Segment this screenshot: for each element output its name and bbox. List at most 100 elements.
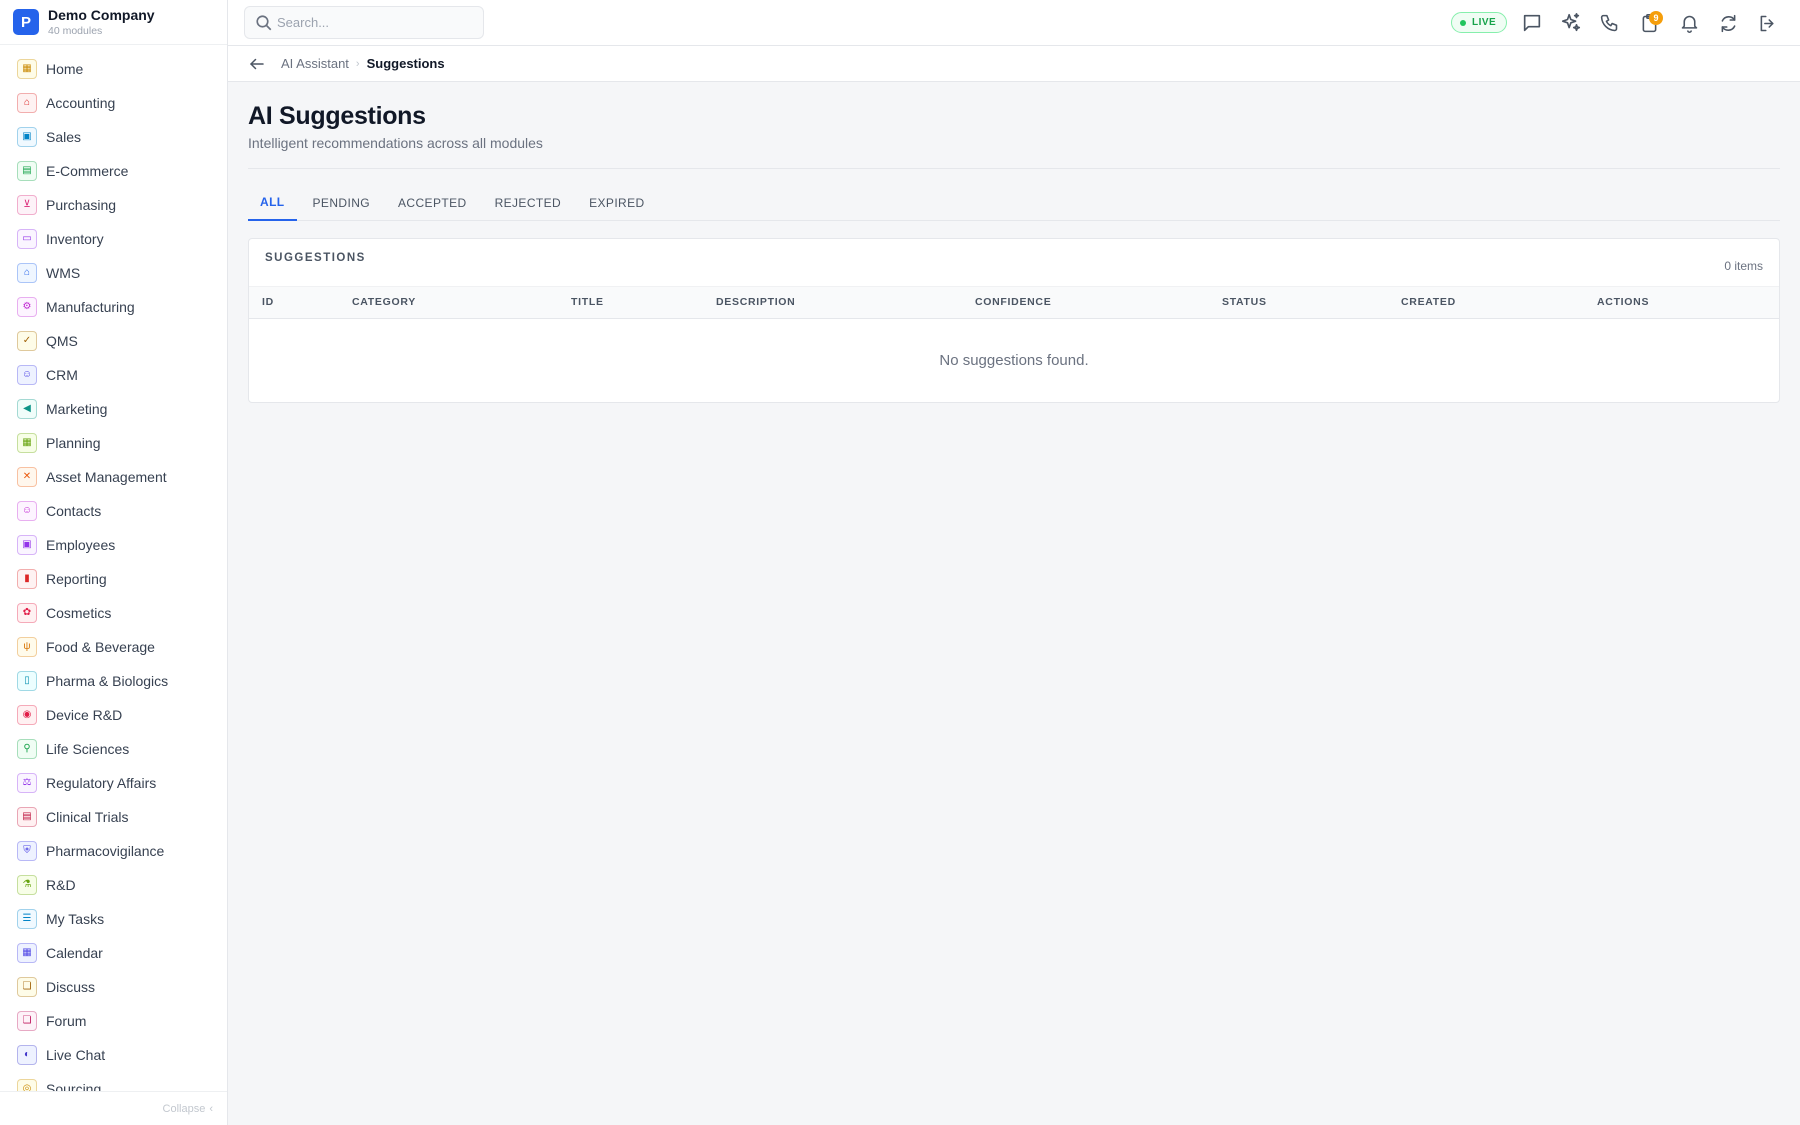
- sidebar-item-asset-management[interactable]: ✕ Asset Management: [0, 460, 227, 494]
- chip-icon: ◉: [17, 705, 37, 725]
- phone-icon: [1600, 14, 1617, 31]
- sidebar-item-label: Contacts: [46, 503, 102, 519]
- sidebar-item-life-sciences[interactable]: ⚲ Life Sciences: [0, 732, 227, 766]
- sidebar-item-label: Manufacturing: [46, 299, 135, 315]
- megaphone-icon: ◀: [17, 399, 37, 419]
- tab-all[interactable]: ALL: [248, 185, 297, 221]
- tasks-button[interactable]: 9: [1635, 9, 1663, 37]
- sidebar-item-e-commerce[interactable]: ▤ E-Commerce: [0, 154, 227, 188]
- forum-icon: ❏: [17, 1011, 37, 1031]
- sidebar-item-marketing[interactable]: ◀ Marketing: [0, 392, 227, 426]
- breadcrumb-ai-assistant[interactable]: AI Assistant: [281, 56, 349, 71]
- sidebar-item-regulatory-affairs[interactable]: ⚖ Regulatory Affairs: [0, 766, 227, 800]
- contact-card-icon: ☺: [17, 501, 37, 521]
- company-switcher[interactable]: P Demo Company 40 modules: [0, 0, 227, 45]
- sidebar-item-manufacturing[interactable]: ⚙ Manufacturing: [0, 290, 227, 324]
- tab-expired[interactable]: EXPIRED: [577, 185, 656, 220]
- sidebar-item-label: Discuss: [46, 979, 96, 995]
- sidebar-item-qms[interactable]: ✓ QMS: [0, 324, 227, 358]
- sidebar-item-accounting[interactable]: ⌂ Accounting: [0, 86, 227, 120]
- logout-button[interactable]: [1753, 9, 1781, 37]
- sidebar-item-discuss[interactable]: ❏ Discuss: [0, 970, 227, 1004]
- column-status[interactable]: STATUS: [1209, 287, 1388, 318]
- collapse-sidebar-button[interactable]: Collapse ‹: [0, 1091, 227, 1125]
- sidebar-item-label: Calendar: [46, 945, 103, 961]
- sidebar-item-calendar[interactable]: ▦ Calendar: [0, 936, 227, 970]
- column-confidence[interactable]: CONFIDENCE: [962, 287, 1209, 318]
- notifications-button[interactable]: [1675, 9, 1703, 37]
- messages-button[interactable]: [1518, 9, 1546, 37]
- live-label: LIVE: [1472, 17, 1497, 28]
- sidebar-item-crm[interactable]: ☺ CRM: [0, 358, 227, 392]
- box-icon: ▭: [17, 229, 37, 249]
- chevron-left-icon: ‹: [209, 1102, 213, 1115]
- sidebar-item-reporting[interactable]: ▮ Reporting: [0, 562, 227, 596]
- sidebar-item-r-d[interactable]: ⚗ R&D: [0, 868, 227, 902]
- sidebar-item-label: Life Sciences: [46, 741, 130, 757]
- live-dot-icon: [1460, 19, 1466, 26]
- column-category[interactable]: CATEGORY: [339, 287, 558, 318]
- phone-button[interactable]: [1595, 9, 1623, 37]
- sidebar-item-planning[interactable]: ▦ Planning: [0, 426, 227, 460]
- message-square-icon: [1523, 14, 1541, 32]
- global-search[interactable]: [244, 6, 484, 39]
- search-input[interactable]: [277, 15, 467, 30]
- sidebar-item-label: E-Commerce: [46, 163, 129, 179]
- suggestions-card: SUGGESTIONS 0 items ID CATEGORY TITLE DE…: [248, 238, 1780, 403]
- sidebar-item-label: WMS: [46, 265, 81, 281]
- sidebar-nav: ▦ Home ⌂ Accounting ▣ Sales ▤ E-Commerce ⊻ Purcha…: [0, 52, 227, 1091]
- column-id[interactable]: ID: [249, 287, 339, 318]
- sidebar-item-label: Reporting: [46, 571, 107, 587]
- clipboard-icon: ▤: [17, 807, 37, 827]
- sidebar-item-forum[interactable]: ❏ Forum: [0, 1004, 227, 1038]
- sidebar-item-device-r-d[interactable]: ◉ Device R&D: [0, 698, 227, 732]
- sidebar-item-purchasing[interactable]: ⊻ Purchasing: [0, 188, 227, 222]
- badge-check-icon: ✓: [17, 331, 37, 351]
- sidebar-item-home[interactable]: ▦ Home: [0, 52, 227, 86]
- microscope-icon: ⚲: [17, 739, 37, 759]
- sidebar-item-label: My Tasks: [46, 911, 105, 927]
- item-count: 0 items: [1724, 258, 1763, 273]
- sidebar-item-label: Home: [46, 61, 84, 77]
- sidebar-item-my-tasks[interactable]: ☰ My Tasks: [0, 902, 227, 936]
- sidebar-item-clinical-trials[interactable]: ▤ Clinical Trials: [0, 800, 227, 834]
- flask-icon: ⚗: [17, 875, 37, 895]
- sidebar-item-wms[interactable]: ⌂ WMS: [0, 256, 227, 290]
- sidebar-item-contacts[interactable]: ☺ Contacts: [0, 494, 227, 528]
- sidebar-item-label: Cosmetics: [46, 605, 112, 621]
- breadcrumb: AI Assistant › Suggestions: [228, 46, 1800, 82]
- tab-rejected[interactable]: REJECTED: [483, 185, 574, 220]
- sidebar-item-cosmetics[interactable]: ✿ Cosmetics: [0, 596, 227, 630]
- sidebar-item-food-beverage[interactable]: ψ Food & Beverage: [0, 630, 227, 664]
- breadcrumb-separator: ›: [355, 57, 360, 70]
- tab-accepted[interactable]: ACCEPTED: [386, 185, 479, 220]
- back-button[interactable]: [246, 53, 268, 75]
- cart-icon: ⊻: [17, 195, 37, 215]
- sidebar-item-label: Pharmacovigilance: [46, 843, 165, 859]
- calendar-icon: ▦: [17, 943, 37, 963]
- sidebar-item-label: Live Chat: [46, 1047, 106, 1063]
- sidebar-item-live-chat[interactable]: ◐ Live Chat: [0, 1038, 227, 1072]
- sidebar-item-label: Sourcing: [46, 1081, 102, 1091]
- switch-company-button[interactable]: [1714, 9, 1742, 37]
- sidebar-item-pharma-biologics[interactable]: ▯ Pharma & Biologics: [0, 664, 227, 698]
- module-count: 40 modules: [48, 24, 103, 37]
- column-title[interactable]: TITLE: [558, 287, 703, 318]
- warehouse-icon: ⌂: [17, 263, 37, 283]
- ai-assistant-button[interactable]: [1557, 9, 1585, 37]
- tools-icon: ✕: [17, 467, 37, 487]
- column-description[interactable]: DESCRIPTION: [703, 287, 962, 318]
- pill-bottle-icon: ▯: [17, 671, 37, 691]
- sidebar-item-employees[interactable]: ▣ Employees: [0, 528, 227, 562]
- id-badge-icon: ▣: [17, 535, 37, 555]
- sidebar-item-sales[interactable]: ▣ Sales: [0, 120, 227, 154]
- sidebar-item-pharmacovigilance[interactable]: ⛨ Pharmacovigilance: [0, 834, 227, 868]
- sidebar-item-sourcing[interactable]: ◎ Sourcing: [0, 1072, 227, 1091]
- tab-pending[interactable]: PENDING: [301, 185, 382, 220]
- company-name: Demo Company: [48, 6, 155, 23]
- sidebar-item-inventory[interactable]: ▭ Inventory: [0, 222, 227, 256]
- users-icon: ☺: [17, 365, 37, 385]
- bar-chart-icon: ▮: [17, 569, 37, 589]
- tag-icon: ▣: [17, 127, 37, 147]
- column-created[interactable]: CREATED: [1388, 287, 1584, 318]
